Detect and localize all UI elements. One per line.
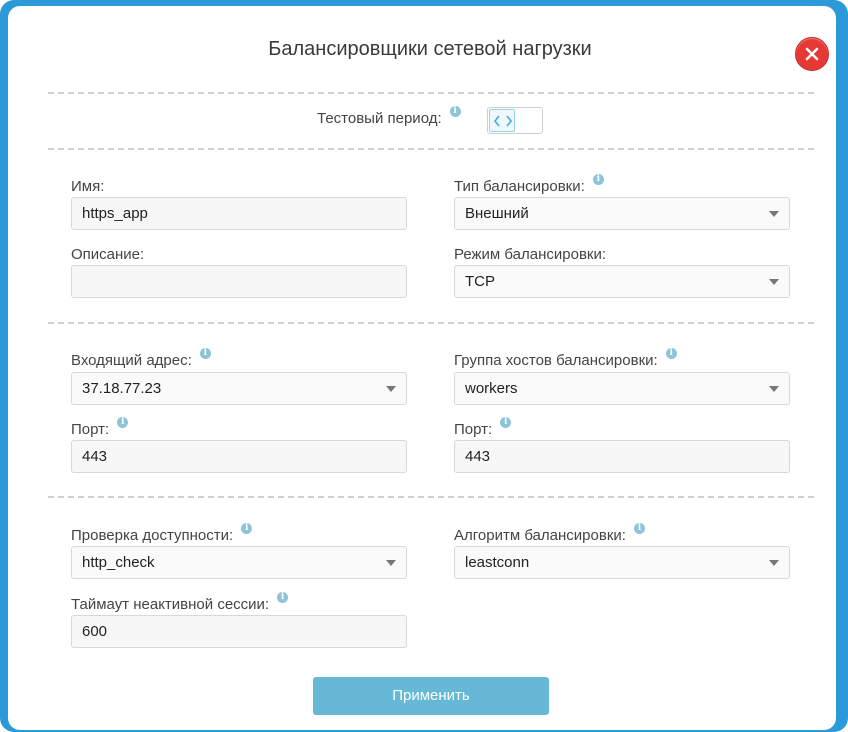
info-icon[interactable]: i [241,523,253,534]
apply-button[interactable]: Применить [313,677,549,715]
health-check-value: http_check [82,554,155,571]
name-input[interactable]: https_app [71,197,407,230]
balancing-mode-label: Режим балансировки: [454,246,607,263]
test-period-toggle[interactable] [487,107,543,134]
toggle-knob [489,109,515,132]
chevron-down-icon [386,560,396,566]
chevron-down-icon [769,386,779,392]
description-input[interactable] [71,265,407,298]
balancing-type-label: Тип балансировки: i [454,174,604,195]
divider [48,92,814,94]
description-label: Описание: [71,246,145,263]
info-icon[interactable]: i [592,174,604,185]
algorithm-label: Алгоритм балансировки: i [454,523,645,544]
code-brackets-icon [493,115,513,127]
divider [48,496,814,498]
incoming-port-label: Порт: i [71,417,129,438]
name-label: Имя: [71,178,105,195]
balancing-type-select[interactable]: Внешний [454,197,790,230]
algorithm-select[interactable]: leastconn [454,546,790,579]
close-button[interactable] [795,37,829,71]
info-icon[interactable]: i [633,523,645,534]
chevron-down-icon [769,560,779,566]
host-port-label: Порт: i [454,417,512,438]
balancing-mode-select[interactable]: TCP [454,265,790,298]
divider [48,148,814,150]
host-group-label: Группа хостов балансировки: i [454,348,677,369]
info-icon[interactable]: i [117,417,129,428]
test-period-label: Тестовый период: i [317,106,461,127]
incoming-port-input[interactable]: 443 [71,440,407,473]
idle-timeout-input[interactable]: 600 [71,615,407,648]
idle-timeout-label: Таймаут неактивной сессии: i [71,592,289,613]
info-icon[interactable]: i [500,417,512,428]
info-icon[interactable]: i [665,348,677,359]
host-port-input[interactable]: 443 [454,440,790,473]
info-icon[interactable]: i [449,106,461,117]
divider [48,322,814,324]
incoming-address-label: Входящий адрес: i [71,348,211,369]
close-icon [805,47,819,61]
balancing-type-value: Внешний [465,205,529,222]
chevron-down-icon [769,279,779,285]
dialog-title: Балансировщики сетевой нагрузки [268,38,592,60]
host-group-value: workers [465,380,518,397]
chevron-down-icon [386,386,396,392]
algorithm-value: leastconn [465,554,530,571]
incoming-address-value: 37.18.77.23 [82,380,162,397]
health-check-select[interactable]: http_check [71,546,407,579]
balancing-mode-value: TCP [465,273,495,290]
host-group-select[interactable]: workers [454,372,790,405]
health-check-label: Проверка доступности: i [71,523,253,544]
info-icon[interactable]: i [199,348,211,359]
chevron-down-icon [769,211,779,217]
incoming-address-select[interactable]: 37.18.77.23 [71,372,407,405]
info-icon[interactable]: i [277,592,289,603]
